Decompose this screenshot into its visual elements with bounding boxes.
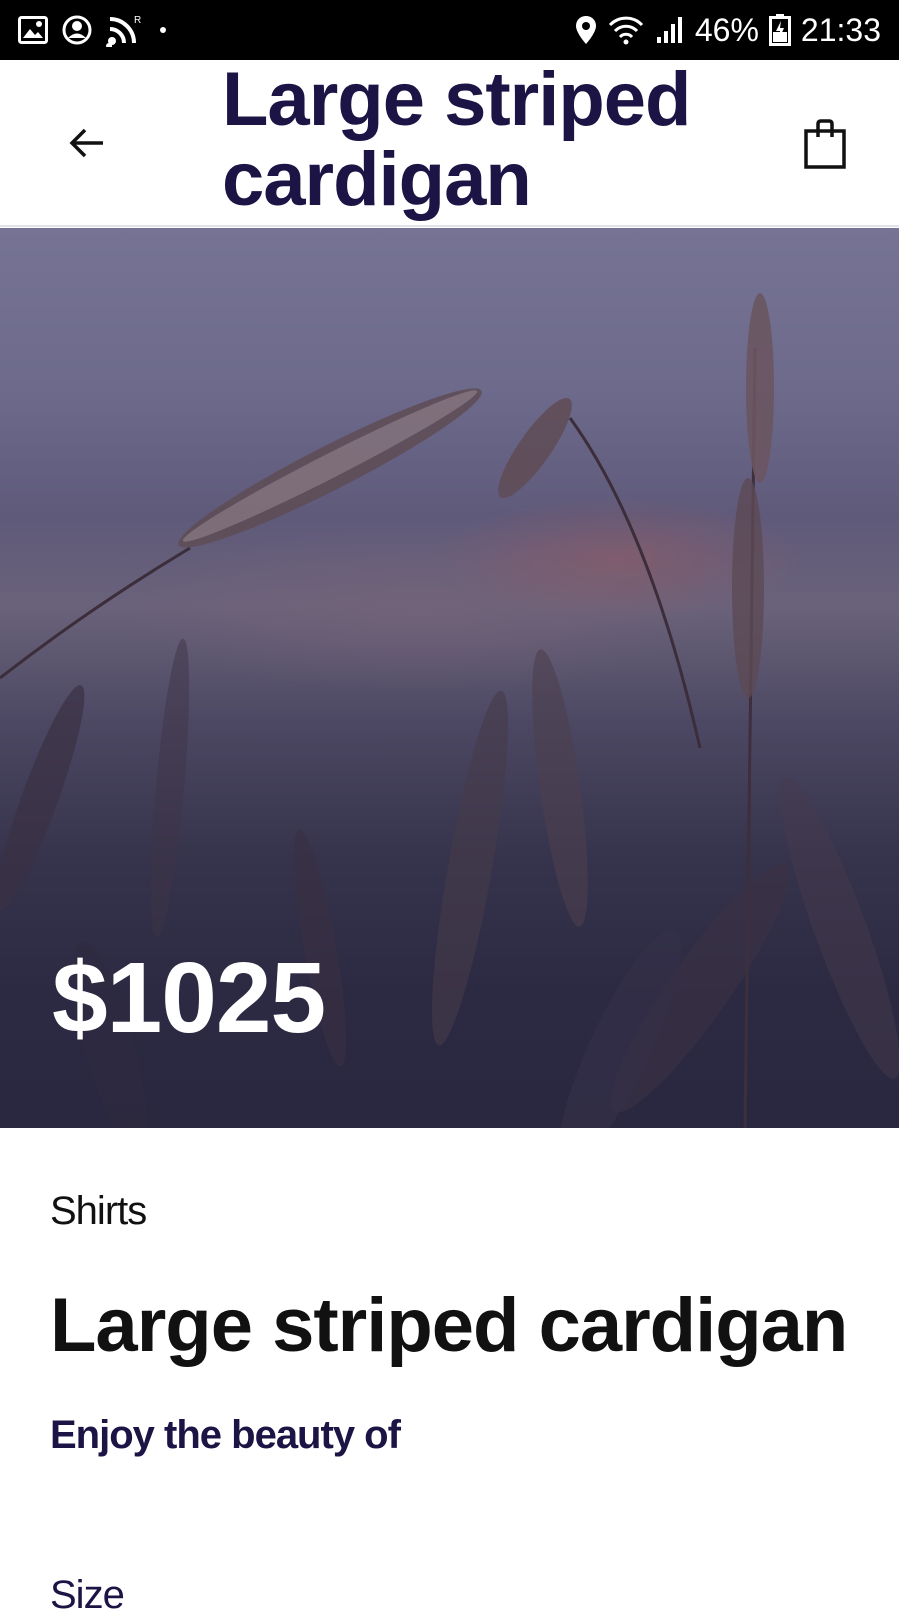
signal-icon bbox=[655, 15, 685, 45]
shopping-bag-button[interactable] bbox=[800, 118, 850, 174]
size-label: Size bbox=[50, 1573, 125, 1617]
product-description: Enjoy the beauty of bbox=[50, 1413, 401, 1457]
status-bar: R 46% 21:33 bbox=[0, 0, 899, 60]
app-bar: Large striped cardigan bbox=[0, 60, 899, 227]
account-circle-icon bbox=[62, 15, 92, 45]
notification-dot bbox=[160, 27, 166, 33]
location-icon bbox=[575, 15, 597, 45]
product-category: Shirts bbox=[50, 1189, 147, 1233]
battery-charging-icon bbox=[768, 14, 791, 46]
status-right-icons: 46% 21:33 bbox=[575, 12, 881, 49]
back-button[interactable] bbox=[62, 120, 112, 170]
wifi-icon bbox=[607, 15, 645, 45]
page-title: Large striped cardigan bbox=[222, 57, 691, 222]
product-name: Large striped cardigan bbox=[50, 1283, 848, 1368]
product-hero-image: $1025 bbox=[0, 228, 899, 1128]
product-price: $1025 bbox=[52, 942, 326, 1054]
wifi-calling-icon: R bbox=[106, 13, 142, 47]
clock: 21:33 bbox=[800, 11, 881, 48]
shopping-bag-icon bbox=[804, 118, 846, 174]
arrow-left-icon bbox=[69, 128, 105, 163]
gallery-icon bbox=[18, 16, 48, 44]
status-left-icons: R bbox=[18, 13, 166, 47]
battery-percent: 46% bbox=[694, 11, 759, 48]
svg-text:R: R bbox=[134, 15, 141, 26]
